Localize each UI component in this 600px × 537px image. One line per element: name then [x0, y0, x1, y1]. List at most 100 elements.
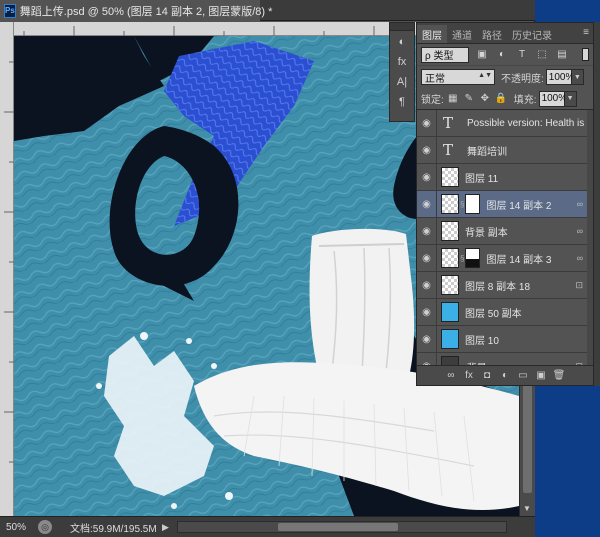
visibility-eye-icon[interactable]: ◉	[417, 217, 437, 245]
adjustments-icon[interactable]: ◐	[391, 33, 413, 51]
visibility-eye-icon[interactable]: ◉	[417, 190, 437, 218]
filter-smartobject-icon[interactable]: ▤	[555, 48, 569, 62]
document-tab[interactable]: Ps 舞蹈上传.psd @ 50% (图层 14 副本 2, 图层蒙版/8) *	[0, 0, 272, 21]
photoshop-logo-icon: Ps	[4, 3, 16, 18]
panel-tab-bar: 图层 通道 路径 历史记录 ≡	[417, 23, 593, 44]
layer-thumbnail	[441, 167, 459, 187]
add-mask-icon[interactable]: ◘	[479, 370, 495, 381]
blend-mode-arrow-icon: ▲▼	[478, 72, 492, 79]
text-layer-icon: T	[443, 141, 454, 159]
panel-grip[interactable]	[390, 23, 414, 31]
blend-opacity-row: 正常 ▲▼ 不透明度: 100% ▼	[417, 66, 593, 88]
visibility-eye-icon[interactable]: ◉	[417, 110, 437, 137]
status-menu-arrow-icon[interactable]: ▶	[162, 522, 169, 533]
layer-thumbnail	[441, 329, 459, 349]
lock-label: 锁定:	[421, 95, 444, 106]
layer-filter-row: ρ 类型 ▣ ◐ T ⬚ ▤	[417, 44, 593, 66]
layer-row[interactable]: ◉ 图层 50 副本	[417, 298, 593, 326]
layer-row-selected[interactable]: ◉ § 图层 14 副本 2 ∞	[417, 190, 593, 218]
visibility-eye-icon[interactable]: ◉	[417, 325, 437, 353]
horizontal-scrollbar[interactable]	[176, 521, 507, 533]
layer-mask-thumbnail[interactable]	[465, 194, 481, 214]
filter-toggle-switch[interactable]	[582, 48, 589, 61]
fill-dropdown-icon[interactable]: ▼	[564, 90, 577, 107]
text-layer-icon: T	[443, 114, 454, 132]
visibility-eye-icon[interactable]: ◉	[417, 298, 437, 326]
layer-mask-thumbnail[interactable]	[465, 248, 481, 268]
filter-shape-icon[interactable]: ⬚	[535, 48, 549, 62]
mask-link-icon[interactable]: §	[460, 254, 464, 263]
character-icon[interactable]: A|	[391, 73, 413, 91]
filter-adjustment-icon[interactable]: ◐	[495, 48, 509, 62]
lock-fill-row: 锁定: ▦ ✎ ✥ 🔒 填充: 100% ▼	[417, 88, 593, 110]
visibility-eye-icon[interactable]: ◉	[417, 136, 437, 164]
panel-dock-edge	[594, 22, 600, 386]
layer-name: 图层 14 副本 3	[486, 254, 552, 266]
tab-layers[interactable]: 图层	[417, 25, 447, 43]
layer-name: 舞蹈培训	[467, 146, 507, 158]
link-icon: ∞	[576, 226, 583, 236]
layer-thumbnail	[441, 302, 459, 322]
opacity-field[interactable]: 100%	[545, 69, 574, 85]
blend-mode-select[interactable]: 正常 ▲▼	[421, 69, 495, 85]
layer-name: 图层 50 副本	[465, 308, 522, 320]
lock-icon: ⊡	[575, 279, 583, 290]
layer-list: ◉ T Possible version: Health is f... ◉ T…	[417, 110, 593, 367]
visibility-eye-icon[interactable]: ◉	[417, 271, 437, 299]
opacity-dropdown-icon[interactable]: ▼	[571, 69, 584, 85]
layer-row[interactable]: ◉ 图层 8 副本 18 ⊡	[417, 271, 593, 299]
panel-menu-icon[interactable]: ≡	[583, 27, 589, 38]
layer-row[interactable]: ◉ § 图层 14 副本 3 ∞	[417, 244, 593, 272]
lock-position-icon[interactable]: ✥	[478, 92, 492, 106]
paragraph-icon[interactable]: ¶	[391, 93, 413, 111]
status-bar: 50% ◎ 文档:59.9M/195.5M ▶	[0, 516, 535, 537]
layer-row[interactable]: ◉ 图层 11	[417, 163, 593, 191]
zoom-level-field[interactable]: 50%	[6, 522, 36, 533]
tab-history[interactable]: 历史记录	[507, 25, 557, 43]
tab-paths[interactable]: 路径	[477, 25, 507, 43]
layer-list-scrollbar[interactable]	[587, 110, 593, 367]
vertical-ruler[interactable]	[0, 22, 14, 516]
filter-kind-select[interactable]: ρ 类型	[421, 46, 469, 63]
fill-field[interactable]: 100%	[538, 90, 567, 107]
layer-thumbnail	[441, 194, 459, 214]
layer-thumbnail	[441, 275, 459, 295]
delete-layer-icon[interactable]: 🗑	[551, 370, 567, 381]
layer-row[interactable]: ◉ T Possible version: Health is f...	[417, 110, 593, 137]
scroll-down-icon[interactable]: ▼	[523, 504, 531, 513]
visibility-eye-icon[interactable]: ◉	[417, 163, 437, 191]
layer-name: 图层 11	[465, 173, 499, 185]
new-group-icon[interactable]: ▭	[515, 370, 531, 381]
opacity-label: 不透明度:	[501, 73, 544, 85]
layer-row[interactable]: ◉ 背景 副本 ∞	[417, 217, 593, 245]
lock-all-icon[interactable]: 🔒	[494, 92, 508, 106]
status-info-icon[interactable]: ◎	[38, 520, 52, 534]
lock-transparent-icon[interactable]: ▦	[446, 92, 460, 106]
layer-row[interactable]: ◉ T 舞蹈培训	[417, 136, 593, 164]
document-size-info: 文档:59.9M/195.5M	[70, 523, 157, 535]
new-adjustment-icon[interactable]: ◐	[497, 370, 513, 381]
adjustments-tool-strip: ◐ fx A| ¶	[389, 22, 415, 122]
visibility-eye-icon[interactable]: ◉	[417, 244, 437, 272]
layer-style-icon[interactable]: fx	[461, 370, 477, 381]
layer-thumbnail	[441, 248, 459, 268]
filter-pixel-icon[interactable]: ▣	[475, 48, 489, 62]
link-layers-icon[interactable]: ∞	[443, 370, 459, 381]
mask-link-icon[interactable]: §	[460, 200, 464, 209]
new-layer-icon[interactable]: ▣	[533, 370, 549, 381]
layer-name: Possible version: Health is f...	[467, 117, 585, 129]
tab-channels[interactable]: 通道	[447, 25, 477, 43]
layer-row[interactable]: ◉ 图层 10	[417, 325, 593, 353]
layer-name: 图层 10	[465, 335, 499, 347]
link-icon: ∞	[576, 253, 583, 263]
layer-thumbnail	[441, 221, 459, 241]
link-icon: ∞	[576, 199, 583, 209]
styles-fx-icon[interactable]: fx	[391, 53, 413, 71]
horizontal-scroll-thumb[interactable]	[277, 523, 398, 531]
layer-name: 背景 副本	[465, 227, 508, 239]
fill-label: 填充:	[513, 95, 537, 106]
lock-image-icon[interactable]: ✎	[462, 92, 476, 106]
layer-name: 图层 8 副本 18	[465, 281, 531, 293]
filter-type-icon[interactable]: T	[515, 48, 529, 62]
document-tab-bar: Ps 舞蹈上传.psd @ 50% (图层 14 副本 2, 图层蒙版/8) *	[0, 0, 535, 21]
